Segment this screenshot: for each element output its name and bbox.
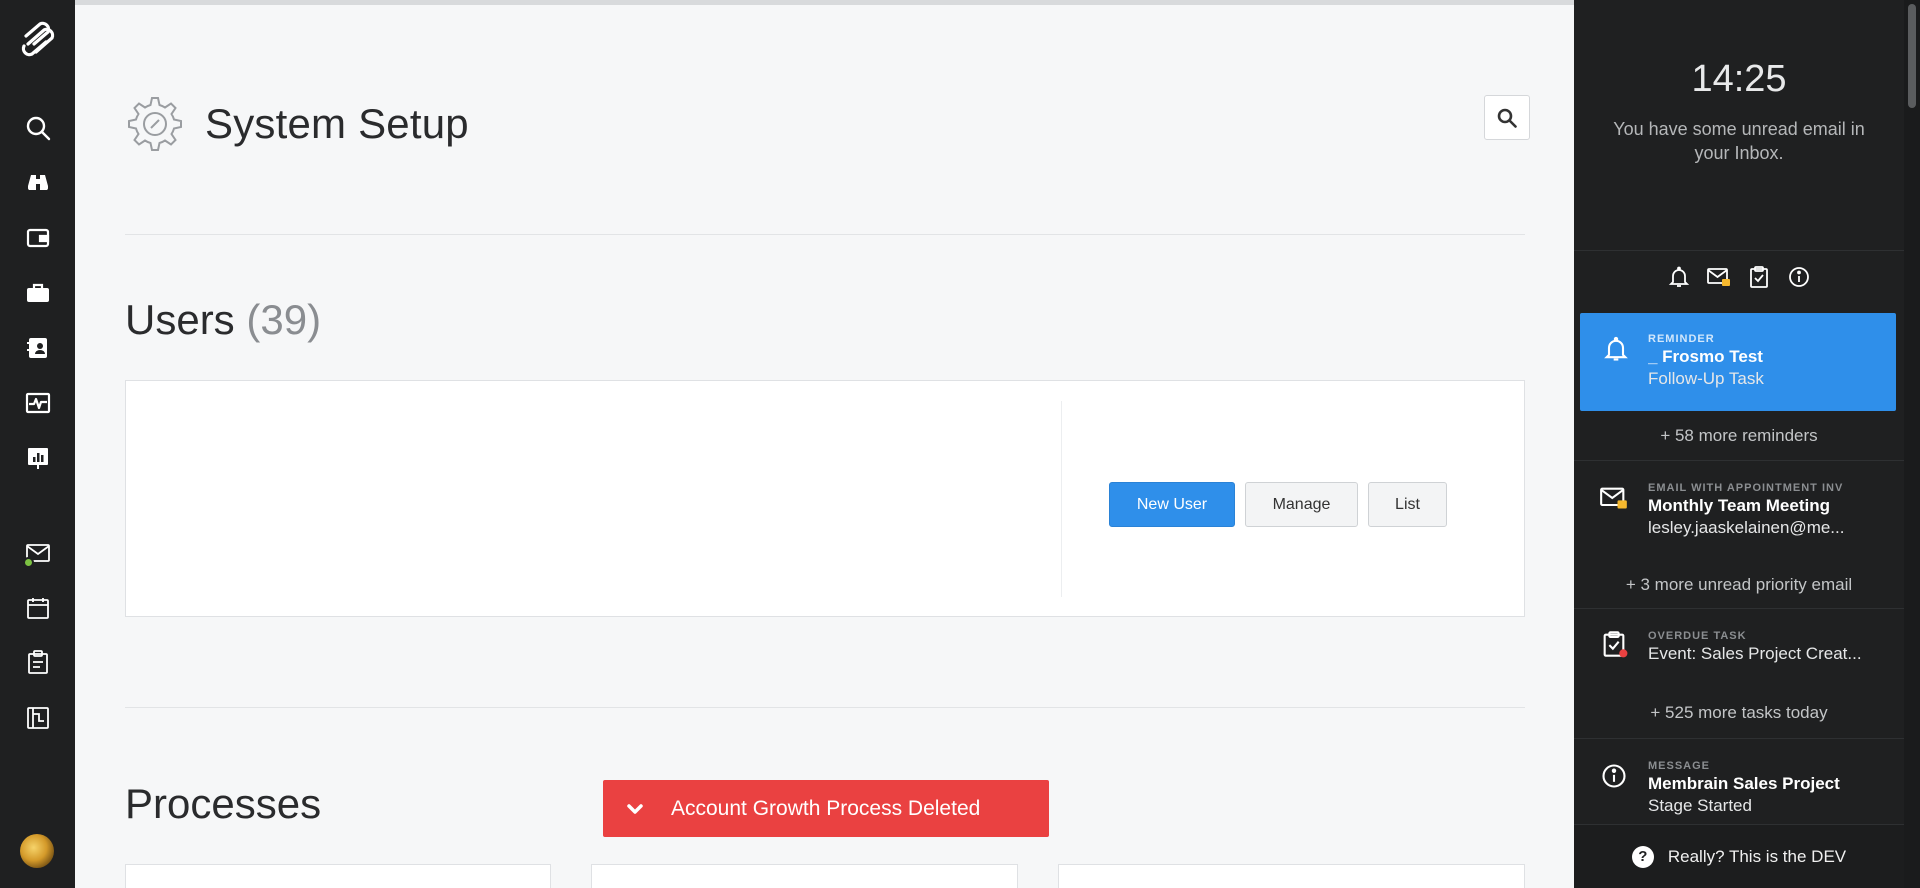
new-user-button[interactable]: New User <box>1109 482 1235 527</box>
list-users-button[interactable]: List <box>1368 482 1447 527</box>
more-tasks-link[interactable]: + 525 more tasks today <box>1574 703 1904 723</box>
notification-type: REMINDER <box>1648 333 1715 345</box>
chevron-down-icon <box>627 803 643 814</box>
section-divider <box>125 234 1525 235</box>
clock: 14:25 <box>1691 58 1787 100</box>
notification-subtitle: Follow-Up Task <box>1648 369 1764 388</box>
search-icon <box>1497 108 1517 128</box>
app-logo-icon[interactable] <box>0 16 75 64</box>
message-notification[interactable]: MESSAGE Membrain Sales Project Stage Sta… <box>1574 748 1904 824</box>
presentation-chart-icon[interactable] <box>0 436 75 480</box>
process-deleted-alert[interactable]: Account Growth Process Deleted <box>603 780 1049 837</box>
user-avatar[interactable] <box>20 834 54 868</box>
notification-type: OVERDUE TASK <box>1648 630 1747 642</box>
notification-type: EMAIL WITH APPOINTMENT INV <box>1648 482 1844 494</box>
processes-section-title: Processes <box>125 780 322 827</box>
binoculars-icon[interactable] <box>0 161 75 205</box>
process-card[interactable] <box>1058 864 1525 888</box>
panel-scrollbar[interactable] <box>1904 0 1920 888</box>
briefcase-icon[interactable] <box>0 271 75 315</box>
loading-bar <box>75 0 1574 5</box>
activity-icon[interactable] <box>0 381 75 425</box>
inbox-message: You have some unread email in your Inbox… <box>1613 119 1865 163</box>
notification-type: MESSAGE <box>1648 760 1711 772</box>
notification-title: Event: Sales Project Creat... <box>1648 644 1862 663</box>
help-icon: ? <box>1631 845 1654 868</box>
reminder-notification[interactable]: REMINDER _ Frosmo Test Follow-Up Task <box>1580 313 1896 411</box>
card-separator <box>1061 401 1062 597</box>
page-header: System Setup <box>125 94 469 154</box>
priority-mail-icon[interactable] <box>1706 264 1732 290</box>
email-notification[interactable]: EMAIL WITH APPOINTMENT INV Monthly Team … <box>1574 470 1904 570</box>
clipboard-icon[interactable] <box>0 640 75 684</box>
report-icon[interactable] <box>0 696 75 740</box>
settings-gear-icon <box>128 97 182 151</box>
process-card[interactable] <box>591 864 1018 888</box>
mail-icon[interactable] <box>0 531 75 575</box>
task-notification[interactable]: OVERDUE TASK Event: Sales Project Creat.… <box>1574 620 1904 690</box>
priority-mail-icon <box>1600 487 1627 509</box>
info-icon[interactable] <box>1786 264 1812 290</box>
panel-divider <box>1574 460 1904 461</box>
dev-feedback-bar[interactable]: ? Really? This is the DEV <box>1574 824 1904 888</box>
page-title: System Setup <box>205 100 469 147</box>
notification-panel: 14:25 You have some unread email in your… <box>1574 0 1920 888</box>
overdue-task-icon <box>1603 631 1628 658</box>
users-count: (39) <box>246 296 322 343</box>
more-email-link[interactable]: + 3 more unread priority email <box>1574 575 1904 595</box>
more-reminders-link[interactable]: + 58 more reminders <box>1574 426 1904 446</box>
bell-icon <box>1604 336 1628 361</box>
notification-title: _ Frosmo Test <box>1648 347 1763 366</box>
users-title: Users <box>125 296 235 343</box>
notification-title: Monthly Team Meeting <box>1648 496 1830 515</box>
footer-text: Really? This is the DEV <box>1667 846 1847 866</box>
notification-filters <box>1574 264 1904 294</box>
notification-subtitle: Stage Started <box>1648 796 1752 815</box>
panel-divider <box>1574 608 1904 609</box>
users-section-title: Users (39) <box>125 296 321 344</box>
bell-icon[interactable] <box>1666 264 1692 290</box>
panel-divider <box>1574 250 1904 251</box>
alert-text: Account Growth Process Deleted <box>671 796 981 820</box>
notification-subtitle: lesley.jaaskelainen@me... <box>1648 518 1845 537</box>
info-icon <box>1602 764 1626 788</box>
wallet-icon[interactable] <box>0 216 75 260</box>
search-icon[interactable] <box>0 106 75 150</box>
contacts-icon[interactable] <box>0 326 75 370</box>
manage-users-button[interactable]: Manage <box>1245 482 1358 527</box>
panel-divider <box>1574 738 1904 739</box>
calendar-icon[interactable] <box>0 586 75 630</box>
scrollbar-thumb[interactable] <box>1908 4 1916 108</box>
page-search-button[interactable] <box>1484 95 1530 140</box>
left-navigation <box>0 0 75 888</box>
section-divider <box>125 707 1525 708</box>
online-status-indicator <box>23 557 34 568</box>
main-content: System Setup Users (39) New User Manage … <box>75 0 1574 888</box>
notification-title: Membrain Sales Project <box>1648 774 1840 793</box>
task-check-icon[interactable] <box>1746 264 1772 290</box>
process-card[interactable] <box>125 864 551 888</box>
users-card: New User Manage List <box>125 380 1525 617</box>
